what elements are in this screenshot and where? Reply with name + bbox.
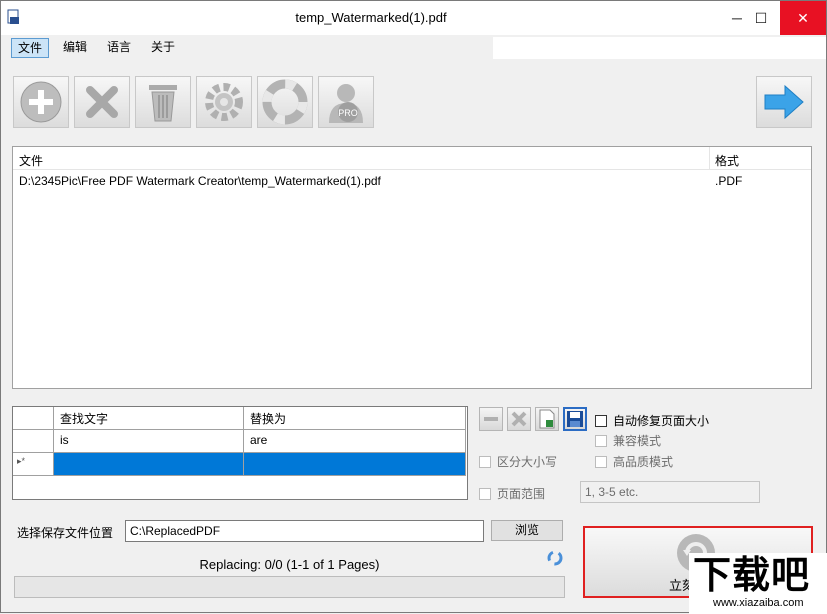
pro-user-icon: PRO <box>329 84 363 123</box>
app-window: temp_Watermarked(1).pdf ─ ☐ ✕ 文件 编辑 语言 关… <box>0 0 827 614</box>
page-range-label: 页面范围 <box>497 487 546 501</box>
file-list[interactable]: 文件 格式 D:\2345Pic\Free PDF Watermark Crea… <box>12 146 812 389</box>
settings-icon <box>205 83 243 121</box>
next-arrow-icon <box>764 84 804 120</box>
save-icon <box>567 411 583 427</box>
page-range-input[interactable]: 1, 3-5 etc. <box>580 481 760 503</box>
high-quality-label: 高品质模式 <box>613 455 674 469</box>
menu-language[interactable]: 语言 <box>101 38 137 58</box>
checkbox-box[interactable] <box>479 455 491 468</box>
grid-corner <box>13 407 54 430</box>
browse-button[interactable]: 浏览 <box>491 520 563 541</box>
help-button[interactable] <box>257 76 313 128</box>
delete-row-button[interactable] <box>507 407 531 431</box>
replace-grid[interactable]: 查找文字 替换为 is are ▸* <box>12 406 468 500</box>
site-watermark: 下载吧 www.xiazaiba.com <box>689 553 827 614</box>
excel-file-icon <box>539 409 555 429</box>
menu-bar: 文件 编辑 语言 关于 <box>11 37 826 59</box>
high-quality-checkbox[interactable]: 高品质模式 <box>595 453 673 470</box>
auto-fix-page-size-label: 自动修复页面大小 <box>613 414 710 428</box>
progress-bar <box>14 576 565 598</box>
save-location-label: 选择保存文件位置 <box>17 526 114 540</box>
find-cell[interactable]: is <box>54 430 244 453</box>
menu-file[interactable]: 文件 <box>11 38 50 58</box>
compat-mode-label: 兼容模式 <box>613 434 662 448</box>
file-row[interactable]: D:\2345Pic\Free PDF Watermark Creator\te… <box>13 174 811 192</box>
new-find-cell[interactable] <box>54 453 244 476</box>
file-path: D:\2345Pic\Free PDF Watermark Creator\te… <box>19 174 381 188</box>
remove-button[interactable] <box>74 76 130 128</box>
lifebuoy-icon <box>262 79 308 125</box>
save-path-input[interactable]: C:\ReplacedPDF <box>125 520 484 542</box>
loading-spinner-icon <box>547 550 563 566</box>
column-format[interactable]: 格式 <box>715 152 739 169</box>
save-list-button[interactable] <box>563 407 587 431</box>
next-button[interactable] <box>756 76 812 128</box>
checkbox-box[interactable] <box>595 414 607 427</box>
pro-button[interactable]: PRO <box>318 76 374 128</box>
watermark-url: www.xiazaiba.com <box>713 597 804 609</box>
column-replace[interactable]: 替换为 <box>244 407 466 430</box>
file-list-header: 文件 格式 <box>13 147 811 170</box>
close-button[interactable]: ✕ <box>780 1 826 35</box>
minus-icon <box>484 417 498 421</box>
compat-mode-checkbox[interactable]: 兼容模式 <box>595 432 661 449</box>
add-button[interactable] <box>13 76 69 128</box>
maximize-button[interactable]: ☐ <box>744 1 778 35</box>
new-replace-cell[interactable] <box>244 453 466 476</box>
new-row-marker[interactable]: ▸* <box>13 453 54 476</box>
settings-button[interactable] <box>196 76 252 128</box>
watermark-main-text: 下载吧 <box>693 553 811 597</box>
add-icon <box>20 81 62 123</box>
title-bar: temp_Watermarked(1).pdf ─ ☐ ✕ <box>1 1 826 35</box>
page-range-checkbox[interactable]: 页面范围 <box>479 485 545 502</box>
remove-row-button[interactable] <box>479 407 503 431</box>
column-file[interactable]: 文件 <box>19 152 43 169</box>
import-button[interactable] <box>535 407 559 431</box>
remove-icon <box>86 86 118 118</box>
column-find[interactable]: 查找文字 <box>54 407 244 430</box>
checkbox-box[interactable] <box>479 487 491 500</box>
match-case-checkbox[interactable]: 区分大小写 <box>479 453 557 470</box>
window-title: temp_Watermarked(1).pdf <box>295 10 447 25</box>
checkbox-box[interactable] <box>595 455 607 468</box>
trash-button[interactable] <box>135 76 191 128</box>
status-text: Replacing: 0/0 (1-1 of 1 Pages) <box>199 557 380 572</box>
menu-about[interactable]: 关于 <box>145 38 181 58</box>
trash-icon <box>149 85 177 122</box>
delete-icon <box>511 411 527 427</box>
auto-fix-page-size-checkbox[interactable]: 自动修复页面大小 <box>595 412 709 429</box>
checkbox-box[interactable] <box>595 434 607 447</box>
pro-badge-label: PRO <box>338 108 358 118</box>
menu-spacer <box>493 37 826 59</box>
row-header[interactable] <box>13 430 54 453</box>
file-format: .PDF <box>715 174 743 188</box>
column-divider <box>709 147 710 170</box>
menu-edit[interactable]: 编辑 <box>57 38 93 58</box>
replace-cell[interactable]: are <box>244 430 466 453</box>
match-case-label: 区分大小写 <box>497 455 558 469</box>
